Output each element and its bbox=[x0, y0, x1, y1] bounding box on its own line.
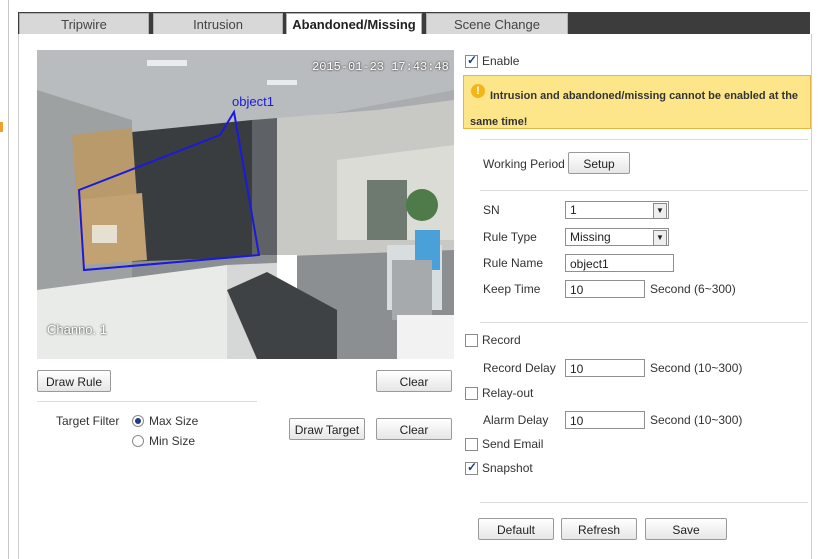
relay-out-label: Relay-out bbox=[482, 386, 534, 400]
rule-object-label: object1 bbox=[232, 94, 274, 109]
checkmark-icon: ✓ bbox=[467, 460, 478, 474]
rule-name-label: Rule Name bbox=[483, 256, 544, 270]
window-left-frame bbox=[0, 0, 9, 559]
record-label: Record bbox=[482, 333, 521, 347]
sn-select[interactable]: 1 ▼ bbox=[565, 201, 669, 219]
save-button[interactable]: Save bbox=[645, 518, 727, 540]
video-timestamp: 2015-01-23 17:43:48 bbox=[312, 60, 449, 74]
min-size-radio[interactable] bbox=[132, 435, 144, 447]
send-email-checkbox[interactable] bbox=[465, 438, 478, 451]
clear-rule-button[interactable]: Clear bbox=[376, 370, 452, 392]
draw-rule-button[interactable]: Draw Rule bbox=[37, 370, 111, 392]
channel-label: Channo. 1 bbox=[47, 322, 107, 337]
snapshot-checkbox[interactable]: ✓ bbox=[465, 460, 478, 475]
max-size-label: Max Size bbox=[149, 414, 199, 428]
rule-type-select[interactable]: Missing ▼ bbox=[565, 228, 669, 246]
sn-label: SN bbox=[483, 203, 500, 217]
tab-scene-change[interactable]: Scene Change bbox=[426, 13, 568, 35]
radio-selected-dot bbox=[135, 418, 141, 424]
target-filter-label: Target Filter bbox=[56, 414, 120, 428]
alarm-delay-input[interactable]: 10 bbox=[565, 411, 645, 429]
record-delay-label: Record Delay bbox=[483, 361, 556, 375]
keep-time-input[interactable]: 10 bbox=[565, 280, 645, 298]
separator-4 bbox=[480, 502, 808, 503]
record-delay-unit: Second (10~300) bbox=[650, 361, 743, 375]
left-separator bbox=[37, 401, 257, 402]
enable-checkbox[interactable]: ✓ bbox=[465, 53, 478, 68]
send-email-label: Send Email bbox=[482, 437, 544, 451]
setup-button[interactable]: Setup bbox=[568, 152, 630, 174]
chevron-down-icon: ▼ bbox=[653, 203, 667, 219]
record-delay-input[interactable]: 10 bbox=[565, 359, 645, 377]
separator-2 bbox=[480, 190, 808, 191]
working-period-label: Working Period bbox=[483, 157, 565, 171]
max-size-radio[interactable] bbox=[132, 415, 144, 427]
draw-target-button[interactable]: Draw Target bbox=[289, 418, 365, 440]
relay-out-checkbox[interactable] bbox=[465, 387, 478, 400]
tab-tripwire[interactable]: Tripwire bbox=[19, 13, 149, 35]
refresh-button[interactable]: Refresh bbox=[561, 518, 637, 540]
warning-text: Intrusion and abandoned/missing cannot b… bbox=[470, 90, 799, 128]
alarm-delay-unit: Second (10~300) bbox=[650, 413, 743, 427]
sn-value: 1 bbox=[570, 203, 577, 217]
separator-1 bbox=[480, 139, 808, 140]
left-accent-marker bbox=[0, 122, 3, 132]
rule-name-input[interactable]: object1 bbox=[565, 254, 674, 272]
alarm-delay-label: Alarm Delay bbox=[483, 413, 549, 427]
warning-box: ! Intrusion and abandoned/missing cannot… bbox=[463, 75, 811, 129]
keep-time-label: Keep Time bbox=[483, 282, 541, 296]
video-preview[interactable]: 2015-01-23 17:43:48 object1 Channo. 1 bbox=[37, 50, 454, 359]
record-checkbox[interactable] bbox=[465, 334, 478, 347]
checkmark-icon: ✓ bbox=[467, 53, 478, 67]
separator-3 bbox=[480, 322, 808, 323]
enable-label: Enable bbox=[482, 54, 520, 68]
default-button[interactable]: Default bbox=[478, 518, 554, 540]
tab-abandoned-missing[interactable]: Abandoned/Missing bbox=[286, 13, 422, 36]
keep-time-unit: Second (6~300) bbox=[650, 282, 736, 296]
rule-type-label: Rule Type bbox=[483, 230, 537, 244]
clear-target-button[interactable]: Clear bbox=[376, 418, 452, 440]
tab-intrusion[interactable]: Intrusion bbox=[153, 13, 283, 35]
min-size-label: Min Size bbox=[149, 434, 196, 448]
chevron-down-icon: ▼ bbox=[653, 230, 667, 246]
rule-type-value: Missing bbox=[570, 230, 611, 244]
snapshot-label: Snapshot bbox=[482, 461, 533, 475]
